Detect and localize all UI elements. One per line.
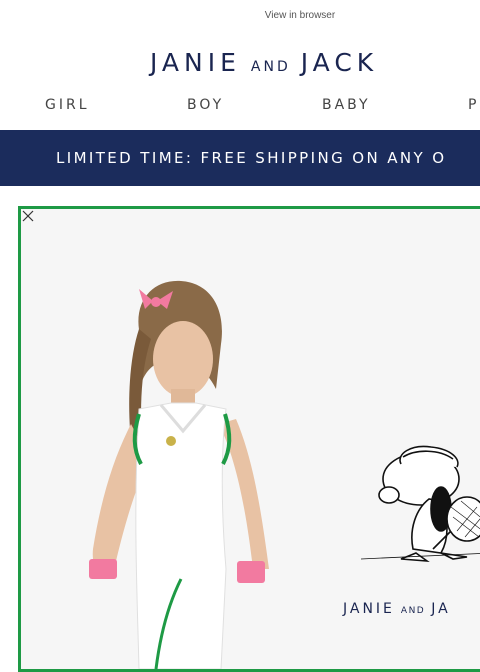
logo-word-jack: JACK [300, 48, 379, 77]
hero-brand-logo: JANIE AND JA [343, 598, 451, 617]
hero-banner[interactable]: JANIE AND JA [18, 206, 480, 672]
promo-banner[interactable]: LIMITED TIME: FREE SHIPPING ON ANY O [0, 130, 480, 186]
nav-item-girl[interactable]: GIRL [45, 97, 90, 113]
logo-word-janie: JANIE [150, 48, 241, 77]
nav-item-boy[interactable]: BOY [187, 97, 224, 113]
pink-wristband-left [89, 559, 117, 579]
brand-logo[interactable]: JANIE AND JACK [150, 48, 378, 77]
logo-word-and: AND [250, 59, 291, 75]
view-in-browser-link[interactable]: View in browser [0, 10, 480, 21]
white-tennis-dress [135, 402, 227, 669]
child-face [153, 321, 213, 397]
promo-text: LIMITED TIME: FREE SHIPPING ON ANY O [56, 149, 447, 167]
main-nav: GIRL BOY BABY P [0, 97, 480, 115]
close-icon[interactable] [21, 209, 35, 223]
hero-logo-word-and: AND [400, 606, 426, 616]
nav-item-baby[interactable]: BABY [322, 97, 371, 113]
hero-logo-word-jack: JA [431, 601, 451, 617]
nav-item-partial[interactable]: P [468, 97, 479, 113]
pink-wristband-right [237, 561, 265, 583]
hero-logo-word-janie: JANIE [343, 601, 395, 617]
